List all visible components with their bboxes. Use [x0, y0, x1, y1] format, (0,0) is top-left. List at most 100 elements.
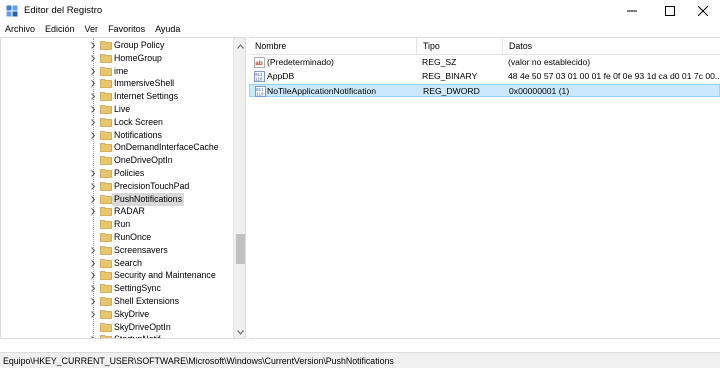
tree-item-label: Group Policy [114, 40, 165, 50]
expand-chevron-icon[interactable] [89, 67, 97, 76]
tree-vertical-scrollbar[interactable] [233, 38, 245, 338]
value-name-cell: AppDB [267, 71, 295, 81]
tree-item[interactable]: RunOnce [1, 231, 233, 244]
tree-item[interactable]: Search [1, 257, 233, 270]
maximize-button[interactable] [653, 0, 687, 21]
tree-item-label: Screensavers [114, 244, 168, 255]
tree-item[interactable]: PushNotifications [1, 192, 233, 206]
tree-item[interactable]: Notifications [1, 129, 233, 142]
folder-icon [100, 232, 112, 242]
folder-icon [100, 130, 112, 140]
folder-icon [100, 104, 112, 114]
expand-chevron-icon[interactable] [89, 297, 97, 306]
tree-item-label: Notifications [114, 129, 162, 140]
tree-item[interactable]: SettingSync [1, 282, 233, 295]
pane-footer-gap [0, 339, 720, 352]
expand-chevron-icon[interactable] [89, 271, 97, 280]
folder-icon [100, 322, 112, 332]
menu-archivo[interactable]: Archivo [0, 21, 40, 37]
expand-chevron-icon[interactable] [89, 259, 97, 268]
expand-chevron-icon[interactable] [89, 54, 97, 63]
tree-item[interactable]: HomeGroup [1, 52, 233, 65]
expand-chevron-icon[interactable] [89, 105, 97, 114]
tree-item[interactable]: ime [1, 65, 233, 78]
expand-chevron-icon[interactable] [89, 41, 97, 50]
svg-text:110: 110 [255, 79, 263, 83]
tree-item[interactable]: Screensavers [1, 244, 233, 257]
tree-item[interactable]: SkyDrive [1, 308, 233, 321]
tree-item[interactable]: ImmersiveShell [1, 77, 233, 90]
tree-item[interactable]: Run [1, 218, 233, 231]
binary-value-icon: 011 110 [254, 71, 265, 83]
column-header-type[interactable]: Tipo [417, 38, 503, 55]
folder-icon [100, 270, 112, 281]
minimize-button[interactable] [615, 0, 649, 21]
expand-chevron-icon[interactable] [89, 246, 97, 255]
tree-item-label: PrecisionTouchPad [114, 180, 190, 191]
tree-item-label: Policies [114, 168, 145, 178]
folder-icon [100, 117, 112, 127]
expand-chevron-icon[interactable] [89, 182, 97, 191]
tree-item[interactable]: OnDemandInterfaceCache [1, 141, 233, 154]
tree-item-label: HomeGroup [114, 52, 162, 63]
tree-item-label: Lock Screen [114, 116, 163, 127]
tree-item-label: ImmersiveShell [114, 78, 175, 89]
tree-item[interactable]: Live [1, 103, 233, 116]
expand-chevron-icon[interactable] [89, 284, 97, 293]
tree-item-label: Search [114, 257, 142, 268]
menu-edicion[interactable]: Edición [40, 21, 80, 37]
column-header-name[interactable]: Nombre [249, 38, 417, 55]
binary-value-icon: 011 110 [255, 86, 266, 98]
svg-text:011: 011 [255, 74, 263, 78]
tree-item-label: Live [114, 104, 131, 114]
tree-item[interactable]: SkyDriveOptIn [1, 321, 233, 334]
tree-item[interactable]: PrecisionTouchPad [1, 180, 233, 193]
window-title: Editor del Registro [24, 5, 103, 16]
tree-item-label: SkyDriveOptIn [114, 321, 171, 332]
folder-icon [100, 66, 112, 76]
expand-chevron-icon[interactable] [89, 131, 97, 140]
scroll-up-arrow-icon[interactable] [237, 41, 244, 51]
tree-item-label: OneDriveOptIn [114, 155, 173, 166]
value-data-cell: 0x00000001 (1) [509, 86, 570, 96]
tree-item-label: PushNotifications [112, 192, 184, 206]
expand-chevron-icon[interactable] [89, 310, 97, 319]
tree-item[interactable]: Internet Settings [1, 90, 233, 103]
folder-icon [100, 53, 112, 63]
tree-item-label: Run [114, 219, 131, 230]
tree-item-label: RunOnce [114, 232, 152, 242]
tree-item[interactable]: Security and Maintenance [1, 269, 233, 282]
folder-icon [100, 219, 112, 230]
tree-item[interactable]: OneDriveOptIn [1, 154, 233, 167]
close-icon [698, 5, 708, 16]
menu-favoritos[interactable]: Favoritos [103, 21, 150, 37]
value-row[interactable]: 011 110 AppDB REG_BINARY 48 4e 50 57 03 01 0… [249, 70, 720, 83]
current-key-path: Equipo\HKEY_CURRENT_USER\SOFTWARE\Micros… [3, 356, 394, 366]
expand-chevron-icon[interactable] [89, 195, 97, 204]
expand-chevron-icon[interactable] [89, 92, 97, 101]
expand-chevron-icon[interactable] [89, 118, 97, 127]
tree-item[interactable]: Group Policy [1, 39, 233, 52]
svg-text:110: 110 [256, 94, 264, 98]
expand-chevron-icon[interactable] [89, 79, 97, 88]
column-header-data[interactable]: Datos [503, 38, 720, 55]
value-type-cell: REG_SZ [422, 57, 457, 67]
menu-ayuda[interactable]: Ayuda [150, 21, 185, 37]
tree-item[interactable]: Policies [1, 167, 233, 180]
registry-editor-app-icon [6, 5, 18, 17]
tree-item-label: Shell Extensions [114, 296, 180, 306]
value-row[interactable]: ab (Predeterminado) REG_SZ (valor no establ… [249, 56, 720, 69]
scroll-down-arrow-icon[interactable] [237, 327, 244, 337]
tree-item[interactable]: Shell Extensions [1, 295, 233, 308]
folder-icon [100, 296, 112, 306]
tree-item[interactable]: Lock Screen [1, 116, 233, 129]
tree-item[interactable]: RADAR [1, 205, 233, 218]
value-row[interactable]: 011 110 NoTileApplicationNotification REG_D… [249, 84, 720, 98]
scrollbar-thumb[interactable] [236, 234, 245, 264]
maximize-icon [665, 5, 675, 16]
menu-ver[interactable]: Ver [80, 21, 104, 37]
minimize-icon [627, 10, 637, 11]
close-button[interactable] [686, 0, 720, 21]
expand-chevron-icon[interactable] [89, 169, 97, 178]
expand-chevron-icon[interactable] [89, 207, 97, 216]
